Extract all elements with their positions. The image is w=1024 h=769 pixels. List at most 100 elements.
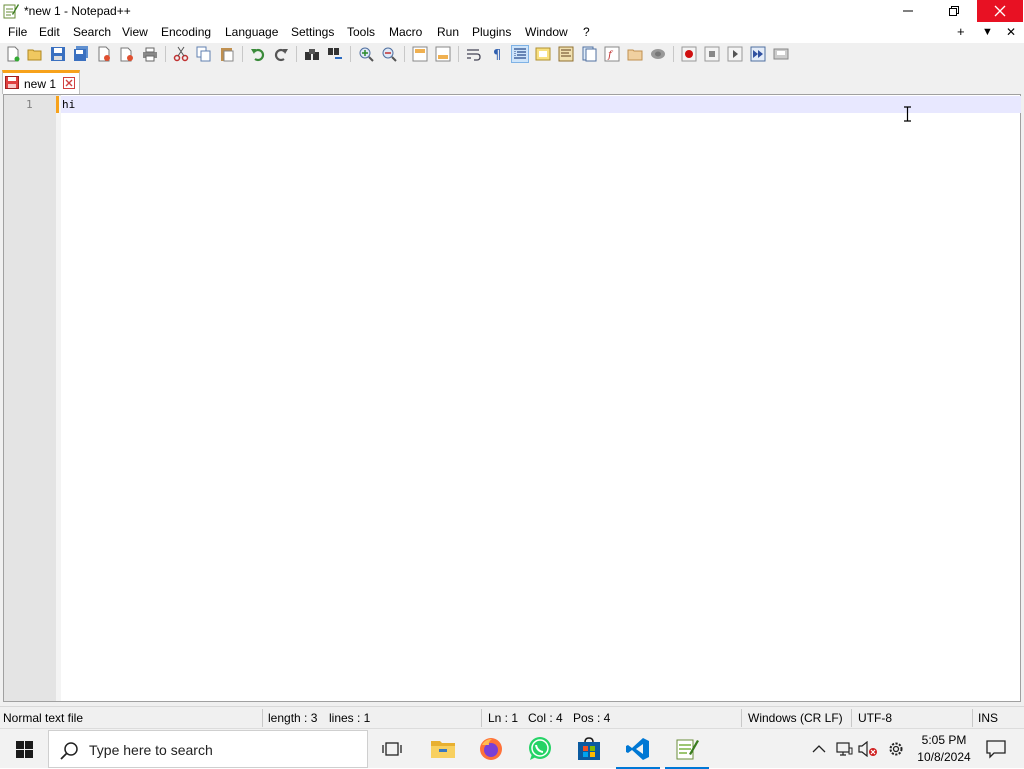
show-all-characters-icon[interactable]: ¶ (489, 46, 505, 62)
fold-margin (56, 96, 61, 701)
start-button[interactable] (0, 729, 48, 769)
status-ln: Ln : 1 (488, 711, 519, 725)
new-tab-plus-button[interactable]: + (957, 24, 965, 39)
macro-record-icon[interactable] (681, 46, 697, 62)
chevron-up-icon (812, 745, 826, 753)
status-eol[interactable]: Windows (CR LF) (748, 711, 843, 725)
code-line[interactable]: hi (62, 98, 75, 111)
save-icon[interactable] (50, 46, 66, 62)
print-icon[interactable] (142, 46, 158, 62)
close-icon (994, 5, 1006, 17)
paste-icon[interactable] (219, 46, 235, 62)
menu-macro[interactable]: Macro (389, 25, 422, 39)
minimize-icon (903, 10, 913, 12)
menu-edit[interactable]: Edit (39, 25, 60, 39)
copy-icon[interactable] (196, 46, 212, 62)
menu-language[interactable]: Language (225, 25, 278, 39)
settings-tray-button[interactable] (886, 739, 906, 759)
unsaved-file-icon (5, 76, 19, 89)
zoom-in-icon[interactable] (358, 46, 374, 62)
menu-help[interactable]: ? (583, 25, 590, 39)
word-wrap-icon[interactable] (466, 46, 482, 62)
close-file-icon[interactable] (96, 46, 112, 62)
taskbar-file-explorer[interactable] (419, 729, 467, 769)
window-title: *new 1 - Notepad++ (24, 4, 131, 18)
indent-guide-icon[interactable] (511, 45, 529, 63)
taskbar-search-box[interactable]: Type here to search (48, 730, 368, 768)
new-file-icon[interactable] (5, 46, 21, 62)
find-replace-icon[interactable] (327, 46, 343, 62)
taskbar-clock[interactable]: 5:05 PM 10/8/2024 (912, 732, 976, 766)
network-status[interactable] (834, 739, 854, 759)
text-cursor-icon (904, 106, 911, 122)
network-icon (836, 742, 853, 756)
tab-label: new 1 (24, 77, 57, 91)
tab-list-dropdown-button[interactable]: ▼ (982, 26, 993, 38)
status-separator (851, 709, 852, 727)
taskbar-whatsapp[interactable] (516, 729, 564, 769)
close-document-button[interactable]: ✕ (1006, 25, 1016, 39)
show-hidden-icons-button[interactable] (809, 739, 829, 759)
taskbar-notepad-plus-plus[interactable] (663, 729, 711, 769)
macro-save-icon[interactable] (773, 46, 789, 62)
sync-vertical-icon[interactable] (412, 46, 428, 62)
status-lines: lines : 1 (329, 711, 371, 725)
search-icon (60, 742, 78, 760)
vscode-icon (626, 738, 649, 760)
user-defined-language-icon[interactable] (535, 46, 551, 62)
restore-button[interactable] (931, 0, 977, 22)
taskbar-microsoft-store[interactable] (565, 729, 613, 769)
cut-icon[interactable] (173, 46, 189, 62)
sync-horizontal-icon[interactable] (435, 46, 451, 62)
redo-icon[interactable] (273, 46, 289, 62)
notification-center-button[interactable] (985, 739, 1007, 759)
status-separator (481, 709, 482, 727)
open-file-icon[interactable] (27, 46, 43, 62)
tab-bar: new 1 (0, 67, 1024, 94)
menu-run[interactable]: Run (437, 25, 459, 39)
tab-close-icon[interactable] (63, 77, 75, 89)
title-bar: *new 1 - Notepad++ (0, 0, 1024, 22)
line-number: 1 (26, 98, 33, 111)
zoom-out-icon[interactable] (381, 46, 397, 62)
macro-stop-icon[interactable] (704, 46, 720, 62)
document-list-icon[interactable] (581, 46, 597, 62)
document-map-icon[interactable] (558, 46, 574, 62)
line-number-margin: 1 (4, 95, 61, 701)
taskbar: Type here to search 5:05 PM 10/8/2024 (0, 728, 1024, 769)
taskbar-vscode[interactable] (614, 729, 662, 769)
menu-file[interactable]: File (8, 25, 27, 39)
minimize-button[interactable] (885, 0, 931, 22)
macro-play-icon[interactable] (727, 46, 743, 62)
function-list-icon[interactable]: f (604, 46, 620, 62)
folder-as-workspace-icon[interactable] (627, 46, 643, 62)
menu-settings[interactable]: Settings (291, 25, 334, 39)
tab-new-1[interactable]: new 1 (2, 70, 80, 94)
clock-date: 10/8/2024 (917, 750, 971, 764)
close-all-icon[interactable] (119, 46, 135, 62)
close-button[interactable] (977, 0, 1023, 22)
macro-run-multiple-icon[interactable] (750, 46, 766, 62)
menu-view[interactable]: View (122, 25, 148, 39)
restore-icon (949, 6, 959, 16)
status-separator (741, 709, 742, 727)
taskbar-firefox[interactable] (467, 729, 515, 769)
menu-window[interactable]: Window (525, 25, 568, 39)
volume-status[interactable] (858, 739, 878, 759)
gear-icon (889, 742, 903, 756)
status-insert-mode[interactable]: INS (978, 711, 998, 725)
undo-icon[interactable] (250, 46, 266, 62)
menu-encoding[interactable]: Encoding (161, 25, 211, 39)
menu-plugins[interactable]: Plugins (472, 25, 511, 39)
notepad-plus-plus-icon (676, 739, 699, 760)
toolbar-separator (242, 46, 243, 62)
editor-area[interactable]: 1 hi (3, 94, 1021, 702)
menu-search[interactable]: Search (73, 25, 111, 39)
task-view-button[interactable] (368, 729, 416, 769)
save-all-icon[interactable] (73, 46, 89, 62)
menu-tools[interactable]: Tools (347, 25, 375, 39)
monitoring-icon[interactable] (650, 46, 666, 62)
svg-text:¶: ¶ (493, 48, 501, 62)
status-encoding[interactable]: UTF-8 (858, 711, 892, 725)
find-icon[interactable] (304, 46, 320, 62)
